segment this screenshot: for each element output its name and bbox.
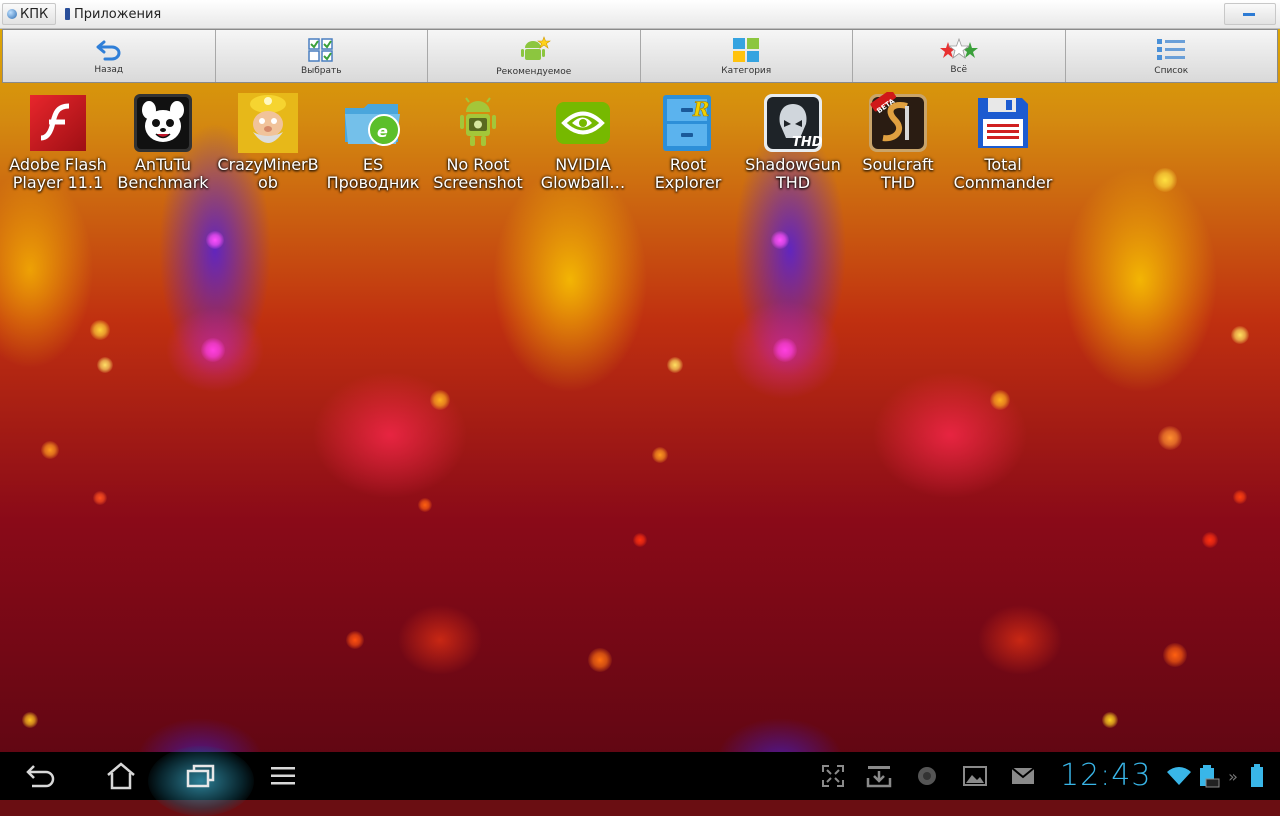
app-label: NVIDIA Glowball… [540, 155, 626, 192]
kpk-ball-icon [7, 9, 17, 19]
apps-label: Приложения [74, 6, 162, 22]
minimize-button[interactable] [1224, 3, 1276, 25]
category-label: Категория [721, 65, 772, 76]
app-nvidia-glowball[interactable]: NVIDIA Glowball… [531, 92, 635, 192]
app-crazyminerbob[interactable]: CrazyMinerB ob [216, 92, 320, 192]
screen-compat-button[interactable] [816, 752, 850, 800]
app-label: CrazyMinerB ob [217, 155, 319, 192]
svg-text:e: e [377, 122, 388, 141]
back-nav-button[interactable] [16, 752, 66, 800]
circle-app-icon [918, 767, 936, 785]
menu-icon [271, 767, 295, 785]
apps-breadcrumb[interactable]: Приложения [62, 3, 1220, 25]
flash-icon [30, 95, 86, 151]
app-label: ES Проводник [326, 155, 420, 192]
app-es-explorer[interactable]: e ES Проводник [321, 92, 425, 192]
list-button[interactable]: Список [1066, 30, 1278, 82]
mail-notification[interactable] [1006, 752, 1040, 800]
app-label: No Root Screenshot [433, 155, 523, 192]
double-chevron-icon: » [1228, 766, 1238, 786]
app-adobe-flash[interactable]: Adobe Flash Player 11.1 [6, 92, 110, 192]
minus-icon [1243, 12, 1255, 16]
recents-nav-button[interactable] [176, 752, 226, 800]
app-grid: Adobe FlashPlayer 11.1 AnTuTuBenchmark [0, 92, 1280, 212]
stars-icon [939, 37, 978, 59]
app-label: Total Commander [953, 155, 1053, 192]
keyboard-battery-icon [1200, 765, 1220, 788]
android-camera-icon [460, 97, 496, 146]
app-no-root-screenshot[interactable]: No Root Screenshot [426, 92, 530, 192]
app-notification[interactable] [912, 752, 942, 800]
app-label: Root Explorer [654, 155, 722, 192]
kpk-label: КПК [20, 6, 49, 22]
clock[interactable]: 12:43 [1060, 758, 1151, 793]
back-button[interactable]: Назад [3, 30, 216, 82]
mail-icon [1011, 767, 1035, 784]
fullscreen-icon [822, 765, 844, 787]
select-label: Выбрать [300, 65, 342, 76]
list-icon [1157, 38, 1186, 60]
kpk-button[interactable]: КПК [2, 3, 56, 25]
all-button[interactable]: Всё [853, 30, 1066, 82]
app-label: AnTuTu Benchmark [117, 155, 209, 192]
picture-icon [963, 766, 987, 786]
nvidia-icon [556, 102, 610, 144]
svg-text:R: R [692, 97, 710, 121]
recent-apps-icon [186, 764, 215, 788]
recommended-button[interactable]: Рекомендуемое [428, 30, 641, 82]
app-root-explorer[interactable]: R Root Explorer [636, 92, 740, 192]
battery-icon [1251, 764, 1263, 787]
book-icon [65, 8, 70, 20]
list-label: Список [1154, 65, 1189, 76]
wifi-status[interactable] [1164, 752, 1194, 800]
category-tiles-icon [733, 37, 760, 62]
crazyminer-icon [238, 93, 298, 153]
android-star-icon [520, 35, 551, 60]
app-shadowgun-thd[interactable]: THD ShadowGun THD [741, 92, 845, 192]
es-explorer-icon: e [345, 104, 400, 146]
home-nav-button[interactable] [96, 752, 146, 800]
back-nav-icon [26, 765, 55, 788]
chevron-status: » [1224, 752, 1242, 800]
select-grid-icon [308, 37, 333, 62]
soulcraft-icon: BETA [869, 92, 927, 152]
select-button[interactable]: Выбрать [216, 30, 428, 82]
back-arrow-icon [96, 40, 121, 60]
wifi-icon [1167, 767, 1191, 785]
recommended-label: Рекомендуемое [496, 66, 572, 77]
shadowgun-icon: THD [764, 94, 823, 152]
battery-status [1244, 752, 1270, 800]
download-notification[interactable] [862, 752, 896, 800]
antutu-icon [134, 94, 192, 152]
floppy-disk-icon [978, 98, 1028, 148]
app-total-commander[interactable]: Total Commander [951, 92, 1055, 192]
svg-text:THD: THD [792, 135, 823, 150]
root-explorer-icon: R [663, 95, 711, 151]
toolbar: Назад Выбрать Рекомендуемое Категория Вс… [2, 29, 1278, 83]
app-soulcraft-thd[interactable]: BETA Soulcraft THD [846, 92, 950, 192]
menu-nav-button[interactable] [258, 752, 308, 800]
screenshot-notification[interactable] [958, 752, 992, 800]
app-label: ShadowGun THD [745, 155, 841, 192]
download-tray-icon [866, 766, 892, 788]
home-icon [107, 762, 135, 790]
back-label: Назад [94, 64, 124, 75]
category-button[interactable]: Категория [641, 30, 853, 82]
all-label: Всё [950, 64, 968, 75]
app-label: Adobe Flash Player 11.1 [9, 155, 107, 192]
app-antutu[interactable]: AnTuTu Benchmark [111, 92, 215, 192]
app-label: Soulcraft THD [862, 155, 934, 192]
keyboard-battery-status [1194, 752, 1222, 800]
title-bar: КПК Приложения [0, 0, 1280, 29]
